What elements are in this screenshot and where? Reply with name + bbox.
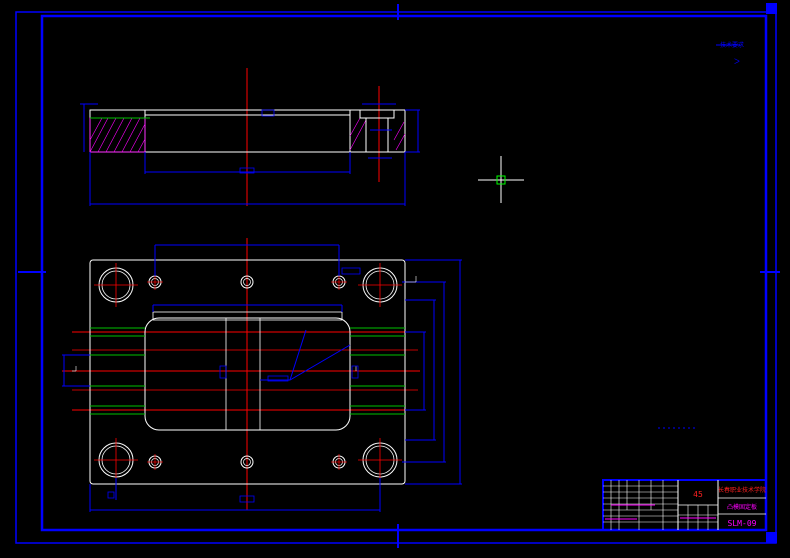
part-name: 凸模固定板 [727,503,757,511]
school-name: 长春职业技术学院 [718,486,766,494]
corner-note: 技术要求 ᐳ [716,41,744,66]
hatch-right [349,117,406,151]
drawing-number: SLM-09 [728,519,757,528]
crosshair-cursor [478,156,524,203]
material-label: 45 [693,490,703,499]
hatch-left [89,117,146,153]
title-block[interactable]: 45 长春职业技术学院 凸模固定板 SLM-09 [602,479,767,531]
corner-note-text: 技术要求 [720,41,744,49]
roughness-symbol: ᐳ [734,57,740,66]
guide-holes [94,263,402,500]
cad-drawing-canvas[interactable]: 技术要求 ᐳ 45 长春职业技术学院 凸模固定板 SLM-09 [0,0,790,558]
plan-view[interactable] [62,238,696,512]
section-view[interactable] [80,68,420,206]
